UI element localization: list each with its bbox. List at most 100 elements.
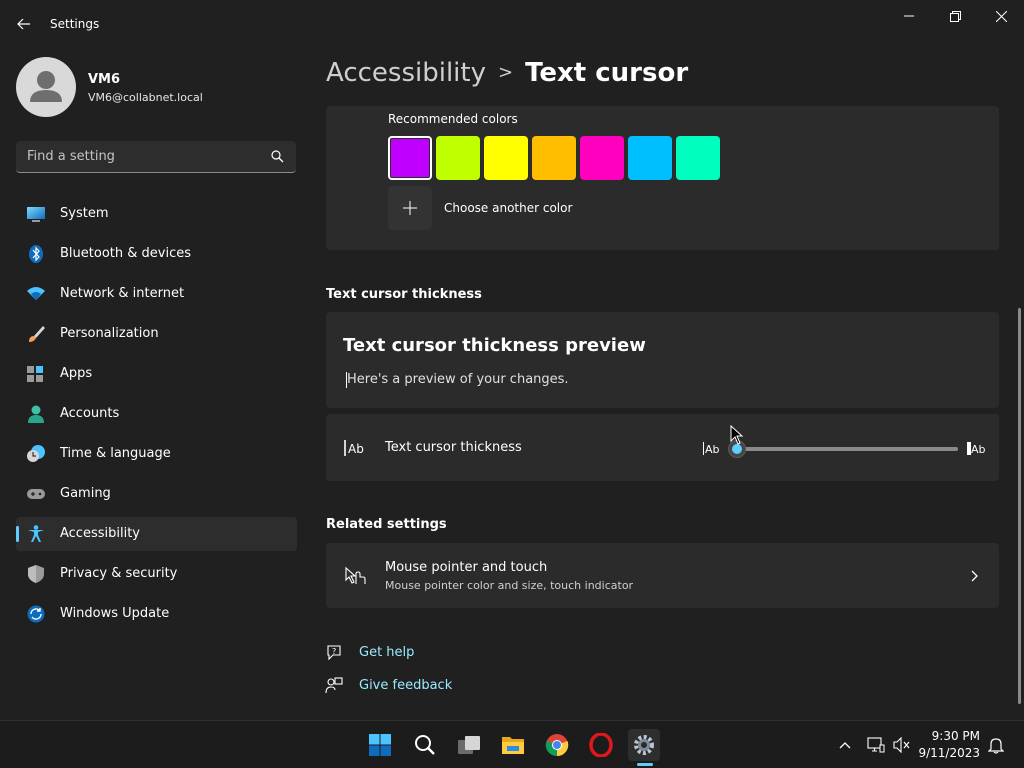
file-explorer-button[interactable] xyxy=(497,729,529,761)
mouse-pointer-title: Mouse pointer and touch xyxy=(385,560,548,575)
update-icon xyxy=(27,605,45,623)
search-icon xyxy=(271,150,284,163)
minimize-icon xyxy=(904,15,914,17)
svg-text:Ab: Ab xyxy=(348,442,364,456)
add-color-button[interactable] xyxy=(388,186,432,230)
sidebar-item-personalization[interactable]: Personalization xyxy=(16,317,297,351)
apps-icon xyxy=(27,366,43,382)
clock-globe-icon xyxy=(27,445,45,462)
bluetooth-icon xyxy=(29,245,43,263)
breadcrumb-parent[interactable]: Accessibility xyxy=(326,58,486,88)
mouse-pointer-subtitle: Mouse pointer color and size, touch indi… xyxy=(385,579,634,592)
page-title: Text cursor xyxy=(525,58,689,88)
show-hidden-icons-button[interactable] xyxy=(835,735,855,755)
preview-title: Text cursor thickness preview xyxy=(343,335,646,356)
app-title: Settings xyxy=(50,17,100,31)
thickness-slider-track[interactable] xyxy=(736,447,958,451)
slider-min-text: Ab xyxy=(705,443,720,456)
opera-icon xyxy=(589,733,613,757)
profile-name: VM6 xyxy=(88,72,121,87)
text-cursor-icon: Ab xyxy=(344,440,364,456)
volume-tray-button[interactable] xyxy=(892,735,912,755)
clock-date[interactable]: 9/11/2023 xyxy=(918,746,980,760)
network-tray-button[interactable] xyxy=(866,735,886,755)
network-icon xyxy=(867,737,885,753)
sidebar-item-windows-update[interactable]: Windows Update xyxy=(16,597,297,631)
get-help-link[interactable]: Get help xyxy=(359,645,414,660)
color-swatch-yellow[interactable] xyxy=(484,136,528,180)
sidebar-item-label: Personalization xyxy=(60,326,159,341)
accessibility-icon xyxy=(28,525,44,542)
mouse-pointer-touch-link[interactable] xyxy=(326,543,999,608)
sidebar-item-network[interactable]: Network & internet xyxy=(16,277,297,311)
sidebar-item-apps[interactable]: Apps xyxy=(16,357,297,391)
taskbar-search-button[interactable] xyxy=(409,729,441,761)
task-view-button[interactable] xyxy=(453,729,485,761)
choose-another-color-label[interactable]: Choose another color xyxy=(444,201,572,215)
slider-max-text: Ab xyxy=(971,443,986,456)
clock-time[interactable]: 9:30 PM xyxy=(932,729,980,743)
chevron-up-icon xyxy=(839,742,851,749)
system-icon xyxy=(27,207,45,222)
svg-text:?: ? xyxy=(332,647,336,656)
thickness-section-title: Text cursor thickness xyxy=(326,287,482,302)
shield-icon xyxy=(28,565,44,583)
color-swatch-pink[interactable] xyxy=(580,136,624,180)
search-icon xyxy=(415,735,435,755)
person-icon xyxy=(28,405,44,423)
plus-icon xyxy=(403,201,417,215)
settings-taskbar-button[interactable] xyxy=(628,729,660,761)
sidebar-item-bluetooth[interactable]: Bluetooth & devices xyxy=(16,237,297,271)
mouse-cursor-icon xyxy=(730,425,744,445)
paintbrush-icon xyxy=(29,326,45,342)
active-indicator xyxy=(16,526,19,542)
recommended-colors-label: Recommended colors xyxy=(388,112,518,126)
windows-start-icon xyxy=(369,734,391,756)
opera-button[interactable] xyxy=(585,729,617,761)
maximize-icon xyxy=(949,10,961,22)
sidebar-item-time-language[interactable]: Time & language xyxy=(16,437,297,471)
slider-min-label: Ab xyxy=(703,442,720,456)
content-scrollbar[interactable] xyxy=(1018,308,1021,704)
wifi-icon xyxy=(27,287,45,300)
notifications-button[interactable] xyxy=(986,735,1006,755)
search-placeholder: Find a setting xyxy=(27,149,115,164)
chrome-button[interactable] xyxy=(541,729,573,761)
slider-max-label: Ab xyxy=(967,442,986,456)
notification-bell-icon xyxy=(988,738,1004,754)
minimize-button[interactable] xyxy=(886,0,932,32)
sidebar-item-label: Bluetooth & devices xyxy=(60,246,191,261)
color-swatch-teal[interactable] xyxy=(676,136,720,180)
search-input[interactable]: Find a setting xyxy=(16,141,296,173)
color-swatch-blue[interactable] xyxy=(628,136,672,180)
mouse-touch-icon xyxy=(345,566,366,584)
sidebar-item-label: Privacy & security xyxy=(60,566,178,581)
color-swatch-purple[interactable] xyxy=(388,136,432,180)
sidebar-item-label: System xyxy=(60,206,109,221)
close-button[interactable] xyxy=(978,0,1024,32)
sidebar-item-gaming[interactable]: Gaming xyxy=(16,477,297,511)
settings-gear-icon xyxy=(634,735,654,755)
task-view-icon xyxy=(458,736,480,754)
start-button[interactable] xyxy=(364,729,396,761)
avatar[interactable] xyxy=(16,57,76,117)
color-swatch-orange[interactable] xyxy=(532,136,576,180)
back-button[interactable] xyxy=(12,12,36,36)
arrow-left-icon xyxy=(17,18,30,30)
give-feedback-link[interactable]: Give feedback xyxy=(359,678,452,693)
user-silhouette-icon xyxy=(30,71,62,102)
sidebar-item-accounts[interactable]: Accounts xyxy=(16,397,297,431)
color-swatch-lime[interactable] xyxy=(436,136,480,180)
maximize-button[interactable] xyxy=(932,0,978,32)
sidebar-item-accessibility[interactable]: Accessibility xyxy=(16,517,297,551)
feedback-icon xyxy=(325,677,343,694)
chrome-icon xyxy=(545,734,569,757)
sidebar-item-label: Apps xyxy=(60,366,93,381)
sidebar-item-system[interactable]: System xyxy=(16,197,297,231)
sidebar-item-label: Accessibility xyxy=(60,526,140,541)
breadcrumb-separator: > xyxy=(498,62,514,83)
profile-email: VM6@collabnet.local xyxy=(88,91,203,104)
thickness-preview-card xyxy=(326,312,999,408)
sidebar-item-label: Time & language xyxy=(60,446,171,461)
sidebar-item-privacy-security[interactable]: Privacy & security xyxy=(16,557,297,591)
